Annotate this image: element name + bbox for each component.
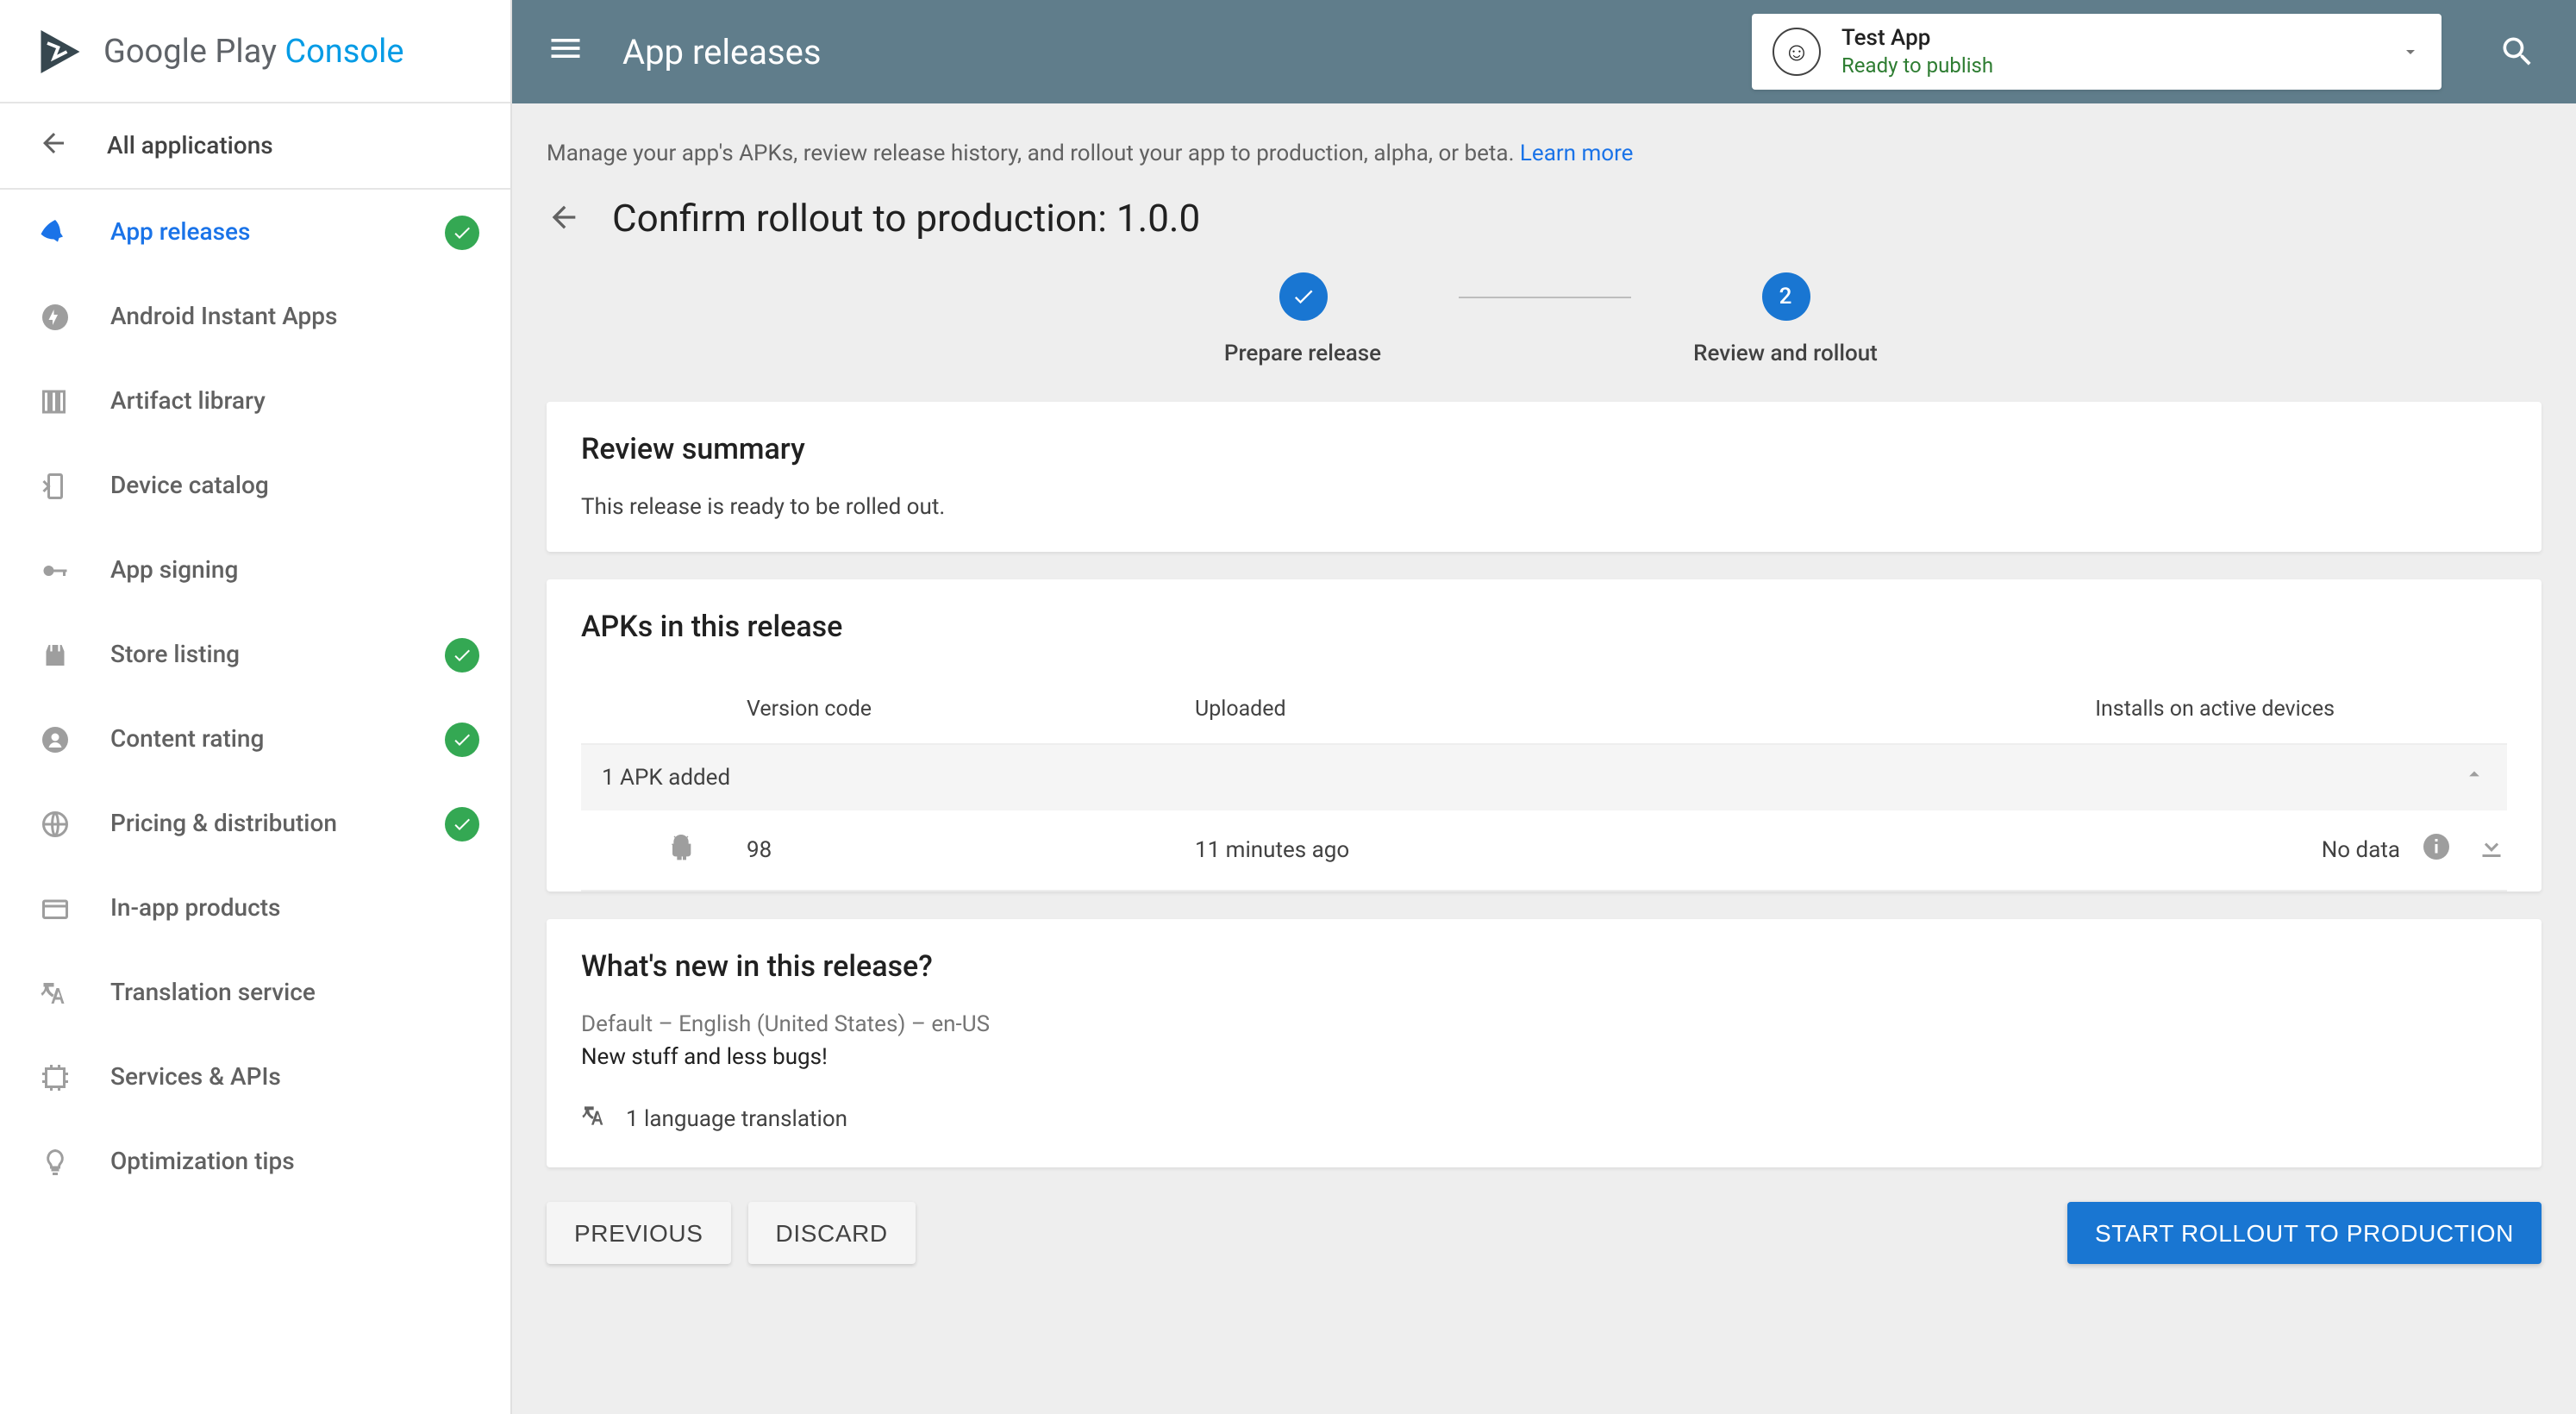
step-label: Prepare release [1224, 341, 1381, 367]
header: App releases ☺ Test App Ready to publish [512, 0, 2576, 103]
sidebar-item-label: Optimization tips [110, 1148, 295, 1175]
stepper: Prepare release 2 Review and rollout [547, 272, 2542, 367]
sidebar-item-label: Store listing [110, 641, 240, 668]
check-icon [445, 215, 479, 249]
app-status: Ready to publish [1841, 53, 2379, 78]
sidebar-item-label: Content rating [110, 725, 264, 753]
chevron-down-icon [2400, 35, 2421, 68]
app-face-icon: ☺ [1773, 28, 1821, 76]
apk-table-header: Version code Uploaded Installs on active… [581, 673, 2507, 745]
sidebar-item-optimization-tips[interactable]: Optimization tips [0, 1119, 510, 1204]
logo[interactable]: Google Play Console [0, 0, 510, 103]
all-applications-link[interactable]: All applications [0, 103, 510, 190]
download-icon[interactable] [2476, 831, 2507, 869]
col-uploaded: Uploaded [1195, 697, 1816, 723]
sidebar: Google Play Console All applications App… [0, 0, 512, 1414]
chevron-up-icon [2462, 762, 2486, 793]
info-icon[interactable] [2421, 831, 2452, 869]
services-icon [38, 1061, 72, 1092]
col-installs: Installs on active devices [1816, 697, 2507, 723]
card-title: What's new in this release? [581, 950, 2507, 985]
translations-count: 1 language translation [626, 1106, 847, 1132]
apk-version: 98 [747, 837, 1195, 863]
apk-row: 98 11 minutes ago No data [581, 810, 2507, 892]
review-summary-card: Review summary This release is ready to … [547, 402, 2542, 552]
page-title: Confirm rollout to production: 1.0.0 [612, 198, 1200, 241]
sidebar-item-app-releases[interactable]: App releases [0, 190, 510, 274]
back-arrow-icon[interactable] [547, 199, 581, 241]
rocket-icon [38, 216, 72, 247]
app-name: Test App [1841, 26, 2379, 53]
release-notes-language: Default – English (United States) – en-U… [581, 1012, 2507, 1038]
apk-installs: No data [1816, 837, 2421, 863]
apk-group-label: 1 APK added [602, 765, 730, 791]
bolt-icon [38, 301, 72, 332]
sidebar-item-services-apis[interactable]: Services & APIs [0, 1035, 510, 1119]
sidebar-item-label: Translation service [110, 979, 316, 1006]
sidebar-item-translation-service[interactable]: Translation service [0, 950, 510, 1035]
check-icon [445, 722, 479, 756]
sidebar-item-artifact-library[interactable]: Artifact library [0, 359, 510, 443]
intro-text: Manage your app's APKs, review release h… [547, 141, 2542, 167]
previous-button[interactable]: PREVIOUS [547, 1202, 731, 1264]
review-body: This release is ready to be rolled out. [581, 495, 2507, 521]
step-number: 2 [1761, 272, 1810, 321]
sidebar-item-store-listing[interactable]: Store listing [0, 612, 510, 697]
translate-icon [581, 1102, 609, 1136]
card-icon [38, 892, 72, 923]
learn-more-link[interactable]: Learn more [1520, 141, 1634, 167]
key-icon [38, 554, 72, 585]
card-title: APKs in this release [581, 610, 2507, 645]
library-icon [38, 385, 72, 416]
start-rollout-button[interactable]: START ROLLOUT TO PRODUCTION [2067, 1202, 2542, 1264]
all-applications-label: All applications [107, 132, 273, 160]
arrow-left-icon [38, 127, 69, 165]
sidebar-item-label: In-app products [110, 894, 280, 922]
device-icon [38, 470, 72, 501]
apk-uploaded: 11 minutes ago [1195, 837, 1816, 863]
translate-icon [38, 977, 72, 1008]
search-icon[interactable] [2493, 33, 2542, 71]
store-icon [38, 639, 72, 670]
sidebar-item-app-signing[interactable]: App signing [0, 528, 510, 612]
bulb-icon [38, 1146, 72, 1177]
card-title: Review summary [581, 433, 2507, 467]
sidebar-item-instant-apps[interactable]: Android Instant Apps [0, 274, 510, 359]
step-prepare-release: Prepare release [1147, 272, 1458, 367]
step-check-icon [1279, 272, 1327, 321]
app-selector[interactable]: ☺ Test App Ready to publish [1752, 14, 2442, 90]
sidebar-item-label: Pricing & distribution [110, 810, 337, 837]
android-icon [667, 833, 747, 867]
sidebar-item-label: Services & APIs [110, 1063, 281, 1091]
sidebar-item-content-rating[interactable]: Content rating [0, 697, 510, 781]
sidebar-item-label: Android Instant Apps [110, 303, 337, 330]
sidebar-item-label: Artifact library [110, 387, 266, 415]
whats-new-card: What's new in this release? Default – En… [547, 919, 2542, 1167]
step-connector [1458, 297, 1630, 298]
check-icon [445, 637, 479, 672]
sidebar-item-label: Device catalog [110, 472, 269, 499]
menu-icon[interactable] [547, 29, 585, 74]
apk-group-header[interactable]: 1 APK added [581, 745, 2507, 810]
discard-button[interactable]: DISCARD [748, 1202, 916, 1264]
release-notes-body: New stuff and less bugs! [581, 1045, 2507, 1071]
sidebar-item-pricing-distribution[interactable]: Pricing & distribution [0, 781, 510, 866]
sidebar-item-label: App releases [110, 218, 250, 246]
logo-text: Google Play Console [103, 31, 404, 71]
header-title: App releases [622, 31, 822, 72]
play-console-logo-icon [34, 25, 86, 77]
col-version: Version code [747, 697, 1195, 723]
step-label: Review and rollout [1693, 341, 1878, 367]
apks-card: APKs in this release Version code Upload… [547, 579, 2542, 892]
rating-icon [38, 723, 72, 754]
globe-icon [38, 808, 72, 839]
translations-row[interactable]: 1 language translation [581, 1102, 2507, 1136]
check-icon [445, 806, 479, 841]
sidebar-item-in-app-products[interactable]: In-app products [0, 866, 510, 950]
footer-buttons: PREVIOUS DISCARD START ROLLOUT TO PRODUC… [547, 1195, 2542, 1292]
sidebar-item-device-catalog[interactable]: Device catalog [0, 443, 510, 528]
sidebar-item-label: App signing [110, 556, 238, 584]
step-review-rollout: 2 Review and rollout [1630, 272, 1941, 367]
